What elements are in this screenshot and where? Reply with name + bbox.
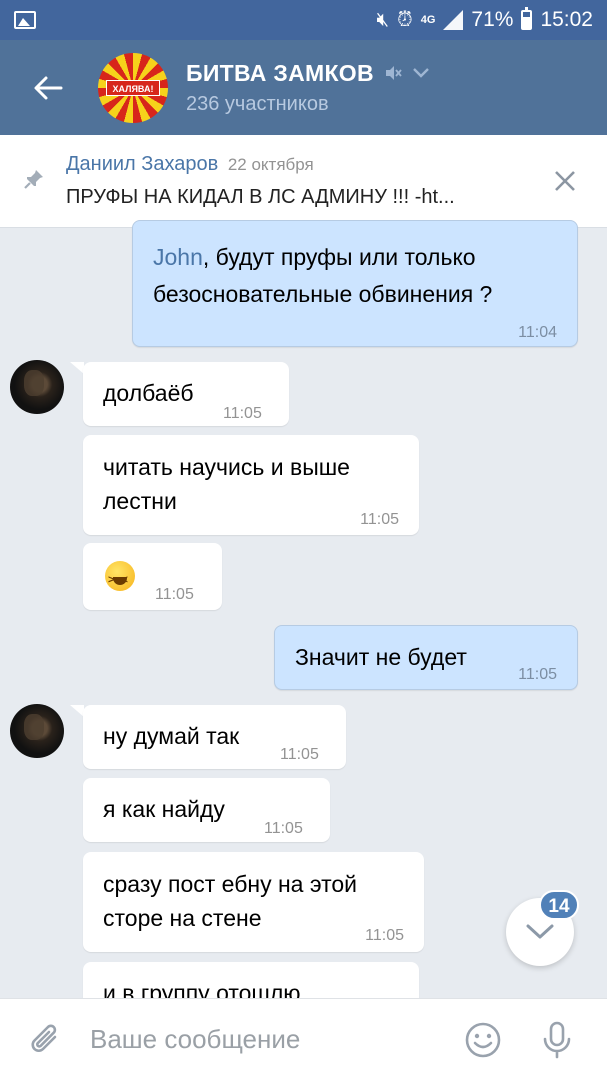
mention-link[interactable]: John: [153, 244, 203, 270]
microphone-icon: [543, 1021, 571, 1058]
group-avatar-label: ХАЛЯВА!: [106, 79, 160, 96]
message-text: читать научись и выше: [103, 454, 350, 480]
network-type: 4G: [420, 14, 436, 26]
arrow-left-icon: [34, 76, 63, 99]
muted-icon: [385, 66, 402, 80]
chevron-down-icon[interactable]: [412, 67, 430, 79]
unread-count-badge: 14: [539, 890, 579, 920]
message-time: 11:05: [223, 405, 262, 422]
message-outgoing[interactable]: Значит не будет 11:05: [274, 625, 578, 690]
alarm-icon: ⏰︎: [397, 9, 413, 31]
message-input[interactable]: Ваше сообщение: [90, 1024, 459, 1055]
close-icon: [555, 171, 575, 191]
message-time: 11:05: [280, 746, 319, 763]
message-text: сразу пост ебну на этой: [103, 871, 357, 897]
pinned-author: Даниил Захаров: [66, 153, 219, 175]
message-incoming[interactable]: долбаёб 11:05: [83, 362, 289, 426]
pin-icon: [22, 167, 52, 196]
pinned-text: ПРУФЫ НА КИДАЛ В ЛС АДМИНУ !!! -ht...: [66, 186, 455, 208]
mute-icon: 🔇︎: [376, 9, 390, 31]
message-text: долбаёб: [103, 380, 194, 406]
message-incoming[interactable]: читать научись и выше лестни 11:05: [83, 435, 419, 535]
battery-icon: [521, 7, 533, 30]
message-time: 11:05: [518, 666, 557, 683]
pinned-message[interactable]: Даниил Захаров 22 октября ПРУФЫ НА КИДАЛ…: [0, 135, 607, 228]
clock: 15:02: [540, 8, 593, 31]
message-incoming[interactable]: я как найду 11:05: [83, 778, 330, 842]
message-time: 11:04: [518, 324, 557, 341]
message-input-bar: Ваше сообщение: [0, 998, 607, 1080]
pinned-date: 22 октября: [227, 155, 314, 174]
message-text: сторе на стене: [103, 905, 262, 931]
status-bar: 🔇︎ ⏰︎ 4G 71% 15:02: [0, 0, 607, 40]
emoji-button[interactable]: [459, 1016, 507, 1064]
smile-icon: [465, 1022, 501, 1057]
gallery-icon: [14, 11, 36, 29]
paperclip-icon: [31, 1024, 57, 1052]
laughing-emoji-icon: [105, 561, 135, 597]
bubble-tail: [70, 705, 84, 717]
chat-title-block[interactable]: БИТВА ЗАМКОВ 236 участников: [186, 60, 430, 116]
sender-avatar[interactable]: [10, 360, 64, 414]
message-incoming[interactable]: сразу пост ебну на этой сторе на стене 1…: [83, 852, 424, 952]
chat-title: БИТВА ЗАМКОВ: [186, 59, 374, 86]
battery-percent: 71%: [471, 8, 514, 31]
message-text: я как найду: [103, 796, 225, 822]
message-time: 11:05: [360, 511, 399, 528]
message-text: ну думай так: [103, 723, 240, 749]
message-incoming[interactable]: ну думай так 11:05: [83, 705, 346, 769]
members-count: 236 участников: [186, 92, 329, 115]
close-pinned-button[interactable]: [545, 161, 585, 201]
message-time: 11:05: [264, 820, 303, 837]
message-text: Значит не будет: [295, 644, 467, 670]
message-outgoing[interactable]: John, будут пруфы или только безосновате…: [132, 220, 578, 347]
bubble-tail: [70, 362, 84, 374]
message-time: 11:05: [155, 586, 194, 603]
attach-button[interactable]: [22, 1016, 70, 1064]
back-button[interactable]: [24, 64, 72, 112]
message-incoming[interactable]: 11:05: [83, 543, 222, 610]
signal-icon: [443, 10, 464, 30]
voice-message-button[interactable]: [533, 1016, 581, 1064]
message-time: 11:05: [365, 927, 404, 944]
chevron-down-icon: [526, 924, 554, 939]
message-text: лестни: [103, 488, 177, 514]
message-text: , будут пруфы или только: [202, 244, 476, 270]
message-text: безосновательные обвинения ?: [153, 281, 493, 307]
sender-avatar[interactable]: [10, 704, 64, 758]
group-avatar[interactable]: ХАЛЯВА!: [98, 52, 168, 123]
chat-header: ХАЛЯВА! БИТВА ЗАМКОВ 236 участников: [0, 40, 607, 135]
